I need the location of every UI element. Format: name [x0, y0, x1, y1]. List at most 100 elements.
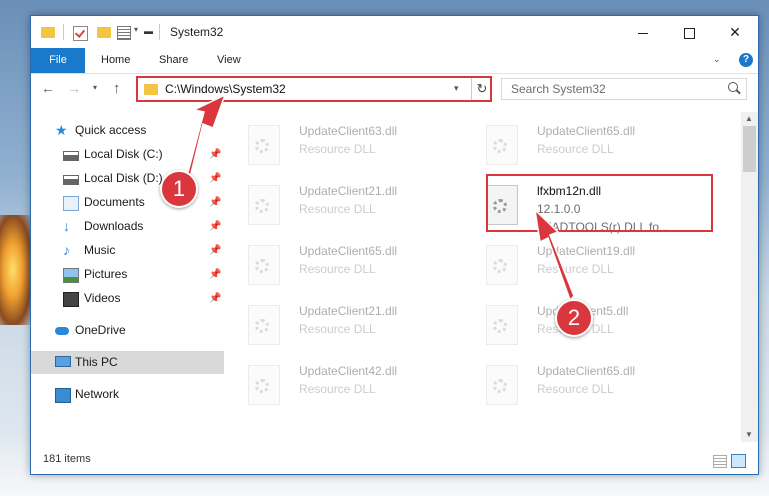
details-view-icon[interactable]: [713, 455, 727, 468]
tab-share[interactable]: Share: [159, 48, 188, 73]
dll-file-icon: [486, 125, 518, 165]
back-arrow-icon[interactable]: ←: [41, 80, 55, 96]
scroll-up-icon[interactable]: ▲: [745, 114, 753, 123]
pin-icon[interactable]: 📌: [209, 287, 221, 310]
sidebar-item-local-disk-c[interactable]: Local Disk (C:) 📌: [31, 143, 224, 166]
music-icon: ♪: [63, 242, 70, 258]
gear-icon: [493, 379, 507, 393]
properties-icon[interactable]: [117, 26, 131, 40]
search-icon: [728, 82, 738, 92]
address-path[interactable]: C:\Windows\System32: [165, 82, 286, 96]
file-description: Resource DLL: [537, 382, 614, 396]
navigation-pane: ★ Quick access Local Disk (C:) 📌 Local D…: [31, 112, 224, 442]
dll-file-icon: [248, 245, 280, 285]
search-input[interactable]: Search System32: [501, 78, 747, 100]
forward-arrow-icon[interactable]: →: [67, 80, 81, 96]
pin-icon[interactable]: 📌: [209, 167, 221, 190]
chevron-down-icon[interactable]: ⌄: [713, 54, 721, 65]
close-icon: ✕: [729, 24, 741, 40]
folder-icon[interactable]: [41, 27, 55, 38]
pin-icon[interactable]: 📌: [209, 143, 221, 166]
file-item[interactable]: UpdateClient65.dll Resource DLL: [224, 237, 444, 293]
highlight-box: [486, 174, 713, 232]
file-description: Resource DLL: [299, 382, 376, 396]
checkbox-properties-icon[interactable]: [73, 26, 88, 41]
maximize-button[interactable]: [666, 16, 712, 48]
sidebar-item-this-pc[interactable]: This PC: [31, 351, 224, 374]
gear-icon: [255, 259, 269, 273]
file-name: UpdateClient63.dll: [299, 124, 398, 138]
file-item[interactable]: UpdateClient42.dll Resource DLL: [224, 357, 444, 413]
file-name: UpdateClient21.dll: [299, 304, 398, 318]
sidebar-item-network[interactable]: Network: [31, 383, 224, 406]
sidebar-item-videos[interactable]: Videos 📌: [31, 287, 224, 310]
navigation-bar: ← → ▾ ↑ C:\Windows\System32 ▾ ↻ Search S…: [31, 74, 758, 106]
up-arrow-icon[interactable]: ↑: [113, 80, 121, 97]
pin-icon[interactable]: 📌: [209, 263, 221, 286]
file-item[interactable]: UpdateClient65.dll Resource DLL: [462, 357, 682, 413]
refresh-icon[interactable]: ↻: [471, 78, 492, 100]
vertical-scrollbar[interactable]: ▲ ▼: [741, 112, 758, 442]
file-item[interactable]: UpdateClient65.dll Resource DLL: [462, 117, 682, 173]
dll-file-icon: [248, 365, 280, 405]
file-name: UpdateClient19.dll: [537, 244, 636, 258]
dll-file-icon: [486, 365, 518, 405]
address-bar[interactable]: C:\Windows\System32 ▾ ↻: [136, 76, 492, 102]
scroll-down-icon[interactable]: ▼: [745, 430, 753, 439]
pin-icon[interactable]: 📌: [209, 215, 221, 238]
file-item[interactable]: UpdateClient19.dll Resource DLL: [462, 237, 682, 293]
desktop-background: [0, 215, 32, 325]
tiles-view-icon[interactable]: [731, 454, 746, 468]
download-icon: ↓: [63, 218, 70, 234]
quick-access-dropdown-icon[interactable]: ▾: [134, 25, 138, 41]
sidebar-item-label: Local Disk (D:): [84, 171, 163, 185]
sidebar-item-label: Music: [84, 243, 116, 257]
sidebar-item-quick-access[interactable]: ★ Quick access: [31, 119, 224, 142]
gear-icon: [493, 139, 507, 153]
tab-home[interactable]: Home: [101, 48, 130, 73]
new-folder-icon[interactable]: [97, 27, 111, 38]
file-item[interactable]: UpdateClient21.dll Resource DLL: [224, 177, 444, 233]
pin-icon[interactable]: 📌: [209, 191, 221, 214]
file-description: Resource DLL: [299, 142, 376, 156]
close-button[interactable]: ✕: [712, 16, 758, 48]
ribbon: File Home Share View ⌄ ?: [31, 48, 758, 74]
item-count: 181 items: [43, 453, 91, 465]
dll-file-icon: [248, 125, 280, 165]
file-list: UpdateClient63.dll Resource DLL UpdateCl…: [224, 112, 741, 442]
scrollbar-thumb[interactable]: [743, 126, 756, 172]
file-item[interactable]: UpdateClient63.dll Resource DLL: [224, 117, 444, 173]
file-description: Resource DLL: [537, 262, 614, 276]
address-dropdown-icon[interactable]: ▾: [454, 83, 459, 94]
file-description: Resource DLL: [299, 322, 376, 336]
minimize-icon: [638, 32, 648, 34]
gear-icon: [255, 379, 269, 393]
file-description: Resource DLL: [299, 262, 376, 276]
sidebar-item-label: This PC: [75, 355, 118, 369]
tab-file[interactable]: File: [31, 48, 85, 73]
recent-locations-icon[interactable]: ▾: [93, 83, 97, 92]
network-icon: [55, 388, 71, 403]
file-explorer-window: ▾ ▬ System32 ✕ File Home Share View ⌄ ? …: [30, 15, 759, 475]
pin-icon[interactable]: 📌: [209, 239, 221, 262]
customize-toolbar-icon[interactable]: ▬: [144, 26, 153, 42]
file-name: UpdateClient21.dll: [299, 184, 398, 198]
minimize-button[interactable]: [620, 16, 666, 48]
file-name: UpdateClient65.dll: [537, 124, 636, 138]
search-placeholder: Search System32: [511, 82, 606, 96]
help-icon[interactable]: ?: [739, 53, 753, 67]
file-item[interactable]: UpdateClient21.dll Resource DLL: [224, 297, 444, 353]
computer-icon: [55, 356, 71, 367]
drive-icon: [63, 175, 79, 185]
toolbar-separator: [63, 24, 64, 40]
sidebar-item-downloads[interactable]: ↓ Downloads 📌: [31, 215, 224, 238]
gear-icon: [255, 199, 269, 213]
dll-file-icon: [248, 305, 280, 345]
sidebar-item-music[interactable]: ♪ Music 📌: [31, 239, 224, 262]
sidebar-item-pictures[interactable]: Pictures 📌: [31, 263, 224, 286]
sidebar-item-onedrive[interactable]: OneDrive: [31, 319, 224, 342]
file-name: UpdateClient65.dll: [299, 244, 398, 258]
sidebar-item-label: Documents: [84, 195, 145, 209]
drive-icon: [63, 151, 79, 161]
tab-view[interactable]: View: [217, 48, 241, 73]
